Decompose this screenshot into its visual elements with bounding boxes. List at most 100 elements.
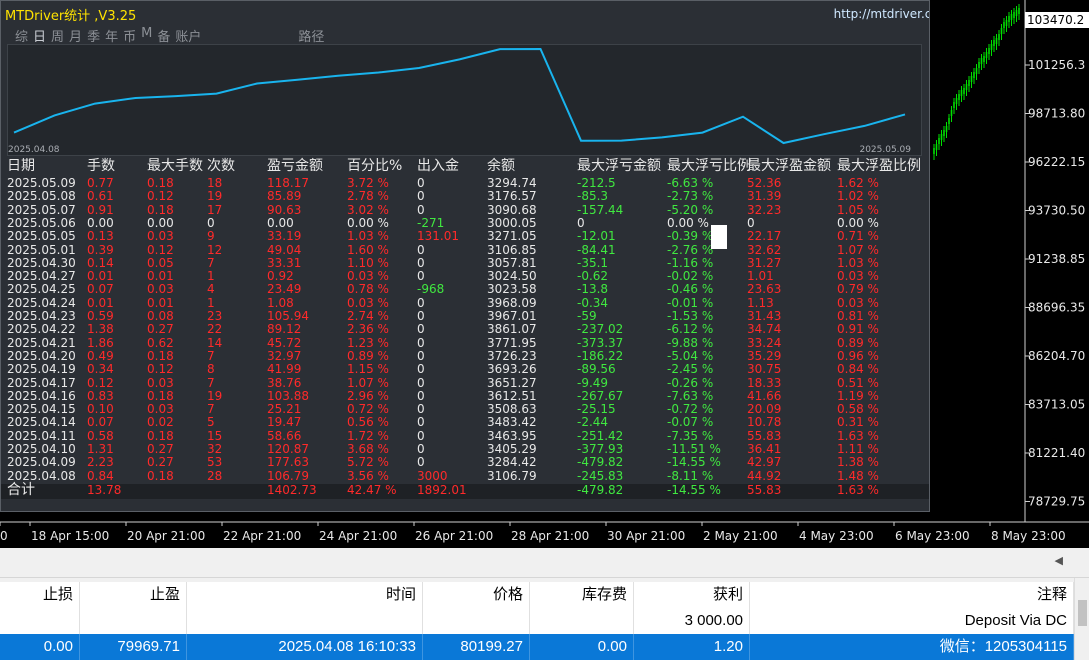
stats-row: 2025.04.11 0.58 0.18 15 58.66 1.72 % 0 3463.95 -…: [1, 428, 929, 443]
candle-body: [998, 34, 1000, 40]
stats-row: 2025.04.20 0.49 0.18 7 32.97 0.89 % 0 3726.23 -1…: [1, 348, 929, 363]
price-axis-label: 101256.3: [1028, 58, 1085, 72]
candle-body: [965, 84, 968, 90]
stats-cell: 1.02 %: [837, 189, 879, 204]
stats-cell: -186.22: [577, 348, 624, 363]
stats-cell: 177.63: [267, 455, 309, 470]
tab-1[interactable]: 日: [33, 26, 46, 45]
stats-cell: 0.92: [267, 269, 294, 284]
stats-cell: 0.31 %: [837, 415, 879, 430]
stats-cell: 2025.04.11: [7, 428, 76, 443]
stats-total-cell: -14.55 %: [667, 482, 721, 497]
stats-cell: 0.03 %: [347, 269, 389, 284]
stats-cell: 1.11 %: [837, 442, 879, 456]
trade-header-cell[interactable]: 获利: [634, 582, 750, 608]
stats-cell: 3294.74: [487, 176, 537, 190]
trade-row[interactable]: 3 000.00 Deposit Via DC: [0, 608, 1074, 634]
stats-cell: 0.00: [267, 215, 294, 230]
price-axis-label: 91238.85: [1028, 252, 1085, 266]
stats-cell: 19: [207, 388, 223, 403]
stats-cell: 2025.04.27: [7, 269, 76, 284]
trade-cell: [80, 608, 187, 634]
stats-header-cell: 出入金: [417, 158, 459, 174]
equity-curve-svg: [13, 47, 906, 145]
trade-header-cell[interactable]: 止损: [0, 582, 80, 608]
stats-cell: -1.16 %: [667, 255, 714, 270]
stats-cell: 2025.04.09: [7, 455, 76, 470]
candle-body: [953, 102, 955, 108]
trade-header-cell[interactable]: 止盈: [80, 582, 187, 608]
mouse-cursor-box: [711, 225, 727, 249]
stats-cell: 25.21: [267, 402, 302, 417]
trade-cell: 3 000.00: [634, 608, 750, 634]
trade-header-cell[interactable]: 价格: [423, 582, 530, 608]
stats-cell: 8: [207, 362, 215, 377]
tab-5[interactable]: 年: [105, 26, 118, 45]
stats-cell: 2.74 %: [347, 309, 389, 323]
scrollbar-thumb[interactable]: [1078, 600, 1087, 626]
tab-4[interactable]: 季: [87, 26, 100, 45]
stats-cell: 5: [207, 415, 215, 430]
stats-cell: 0.81 %: [837, 309, 879, 323]
stats-cell: -212.5: [577, 176, 616, 190]
stats-cell: 2.96 %: [347, 388, 389, 403]
stats-cell: -35.1: [577, 255, 609, 270]
stats-cell: 0.72 %: [347, 402, 389, 417]
stats-cell: 1: [207, 295, 215, 310]
scroll-left-arrow-icon[interactable]: ◀: [1055, 554, 1063, 567]
candle-body: [1013, 12, 1015, 18]
stats-cell: 0: [417, 189, 425, 204]
stats-row: 2025.05.06 0.00 0.00 0 0.00 0.00 % -271 3000.05…: [1, 215, 929, 230]
stats-cell: -968: [417, 282, 445, 297]
candle-body: [933, 148, 935, 154]
stats-cell: 0.12: [87, 375, 114, 390]
stats-cell: 1.07 %: [347, 375, 389, 390]
trade-header-cell[interactable]: 库存费: [530, 582, 634, 608]
equity-line: [13, 47, 906, 145]
stats-cell: 3090.68: [487, 202, 537, 217]
panel-url-link[interactable]: http://mtdriver.cn: [834, 7, 929, 21]
stats-cell: 2025.04.25: [7, 282, 76, 297]
stats-header-cell: 最大手数: [147, 158, 203, 174]
stats-cell: 0.03 %: [347, 295, 389, 310]
candle-body: [1000, 28, 1003, 34]
trade-row[interactable]: 0.00 79969.71 2025.04.08 16:10:33 80199.27 0…: [0, 634, 1074, 660]
terminal-splitter[interactable]: ◀: [0, 548, 1089, 578]
stats-cell: 0.12: [147, 362, 174, 377]
tab-6[interactable]: 币: [123, 26, 136, 45]
tab-8[interactable]: 备: [157, 26, 170, 45]
period-tabs: 综日周月季年币 M 备账户 路径: [15, 26, 324, 45]
tab-3[interactable]: 月: [69, 26, 82, 45]
tab-10[interactable]: 路径: [298, 26, 324, 45]
candle-body: [1008, 16, 1010, 22]
tab-7[interactable]: M: [141, 26, 152, 45]
trade-cell: 2025.04.08 16:10:33: [187, 634, 423, 660]
stats-cell: 22.17: [747, 229, 782, 244]
mtdriver-stats-panel: MTDriver统计 ,V3.25 http://mtdriver.cn 综日周…: [0, 0, 930, 512]
stats-cell: 3612.51: [487, 388, 537, 403]
stats-cell: 0.71 %: [837, 229, 879, 244]
trade-cell: [187, 608, 423, 634]
trade-header-cell[interactable]: 时间: [187, 582, 423, 608]
tab-2[interactable]: 周: [51, 26, 64, 45]
stats-cell: 0: [417, 242, 425, 257]
stats-cell: 0.03 %: [837, 295, 879, 310]
stats-row: 2025.04.08 0.84 0.18 28 106.79 3.56 % 3000 3106…: [1, 469, 929, 483]
stats-cell: -2.44: [577, 415, 609, 430]
stats-row: 2025.04.25 0.07 0.03 4 23.49 0.78 % -968 3023.5…: [1, 282, 929, 297]
stats-cell: 53: [207, 455, 223, 470]
stats-cell: 2025.04.21: [7, 335, 76, 350]
stats-cell: 3024.50: [487, 269, 537, 284]
trade-header-cell[interactable]: 注释: [750, 582, 1074, 608]
time-axis-label: 30 Apr 21:00: [607, 529, 685, 543]
terminal-vertical-scrollbar[interactable]: [1074, 578, 1089, 660]
tab-0[interactable]: 综: [15, 26, 28, 45]
stats-cell: 36.41: [747, 442, 782, 456]
stats-cell: 0.39: [87, 242, 114, 257]
stats-cell: 41.66: [747, 388, 782, 403]
stats-cell: -9.49: [577, 375, 609, 390]
stats-cell: 0: [417, 202, 425, 217]
tab-9[interactable]: 账户: [175, 26, 201, 45]
stats-cell: 0: [417, 375, 425, 390]
stats-cell: 85.89: [267, 189, 302, 204]
